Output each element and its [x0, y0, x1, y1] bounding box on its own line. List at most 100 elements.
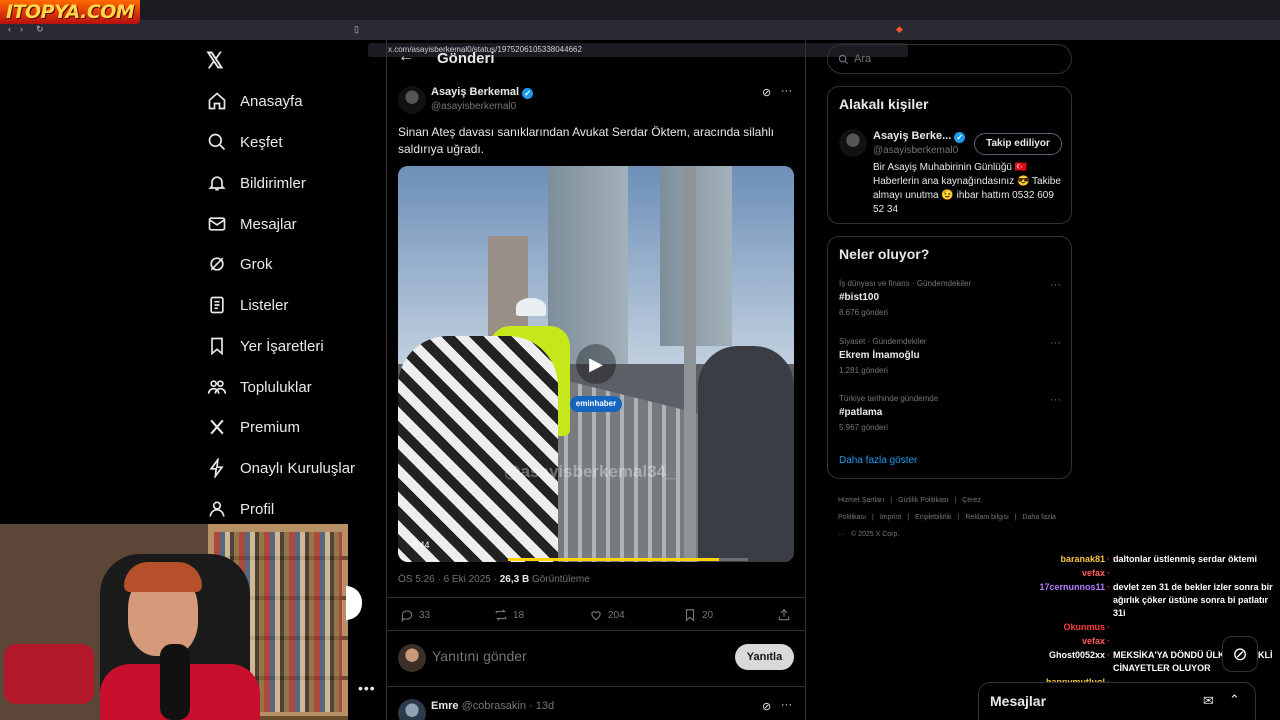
trend-more-icon[interactable]: ··· [1050, 337, 1061, 349]
nav-item-bookmarks[interactable]: Yer İşaretleri [206, 331, 324, 361]
repost-count: 18 [513, 609, 525, 621]
chat-badge-icon: · [1107, 650, 1110, 660]
panel-title: Neler oluyor? [839, 246, 930, 262]
trend-item[interactable]: Türkiye tarihinde gündemde #patlama 5.96… [839, 394, 1059, 432]
chat-username: Okunmus [1063, 622, 1105, 632]
trends-panel: Neler oluyor? İş dünyası ve finans · Gün… [827, 236, 1072, 479]
post-button-partial[interactable] [346, 586, 362, 620]
brave-shield-icon[interactable]: ◆ [896, 24, 903, 35]
nav-item-profile[interactable]: Profil [206, 494, 274, 524]
chat-message: 17cernunnos11 · devlet zen 31 de bekler iz… [1030, 581, 1280, 620]
post-video[interactable]: ▶ eminhaber @asayisberkemal34_ 0:44 [398, 166, 794, 562]
nav-item-lists[interactable]: Listeler [206, 290, 288, 320]
footer-link[interactable]: Reklam bilgisi [965, 514, 1008, 521]
bell-icon [206, 172, 228, 194]
more-options-icon[interactable]: ··· [781, 699, 792, 711]
reply-author-avatar[interactable] [398, 699, 426, 720]
reply-input[interactable]: Yanıtını gönder [432, 648, 527, 664]
repost-action[interactable]: 18 [494, 608, 524, 622]
messages-dock[interactable]: Mesajlar ✉ ⌃ [978, 682, 1256, 720]
related-avatar[interactable] [839, 129, 867, 157]
chat-text: devlet zen 31 de bekler izler sonra bir … [1113, 582, 1273, 618]
expand-icon[interactable]: ⌃ [1229, 692, 1240, 708]
like-count: 204 [608, 609, 625, 621]
nav-item-home[interactable]: Anasayfa [206, 86, 303, 116]
reply-button[interactable]: Yanıtla [735, 644, 794, 670]
show-more-link[interactable]: Daha fazla göster [839, 455, 917, 466]
nav-item-messages[interactable]: Mesajlar [206, 209, 297, 239]
back-icon[interactable]: ‹ [8, 24, 11, 34]
author-name[interactable]: Asayiş Berkemal ✓ [431, 86, 534, 99]
footer-link[interactable]: Hizmet Şartları [838, 497, 884, 504]
new-message-icon[interactable]: ✉ [1203, 693, 1214, 709]
grok-icon[interactable]: ⊘ [762, 86, 771, 99]
related-people-panel: Alakalı kişiler Asayiş Berke... ✓ @asayis… [827, 86, 1072, 224]
author-handle[interactable]: @asayisberkemal0 [431, 101, 516, 112]
messages-dock-title: Mesajlar [990, 693, 1047, 709]
chat-username: baranak81 [1060, 554, 1105, 564]
related-handle[interactable]: @asayisberkemal0 [873, 145, 958, 156]
following-button[interactable]: Takip ediliyor [974, 133, 1062, 155]
bookmark-page-icon[interactable]: ▯ [354, 24, 359, 35]
grok-floating-icon[interactable]: ⊘ [1222, 636, 1258, 672]
share-icon [778, 608, 790, 621]
play-icon[interactable]: ▶ [576, 344, 616, 384]
nav-label: Bildirimler [240, 174, 306, 192]
browser-address-bar: ‹ › ↻ ▯ x.com/asayisberkemal0/status/197… [0, 20, 1280, 57]
account-more-icon[interactable]: ••• [358, 680, 376, 696]
bookmark-icon [206, 335, 228, 357]
footer-links: Hizmet Şartları | Gizlilik Politikası | Çere… [838, 492, 1068, 543]
video-progress-fill [508, 558, 720, 561]
nav-item-grok[interactable]: Grok [206, 249, 273, 279]
related-name[interactable]: Asayiş Berke... ✓ [873, 130, 966, 143]
like-action[interactable]: 204 [589, 608, 625, 622]
grok-icon[interactable]: ⊘ [762, 700, 771, 713]
nav-label: Listeler [240, 296, 289, 314]
post-text: Sinan Ateş davası sanıklarından Avukat S… [398, 125, 774, 156]
nav-item-premium[interactable]: Premium [206, 412, 300, 442]
divider [387, 630, 805, 631]
footer-separator: | [957, 514, 960, 521]
nav-item-notifications[interactable]: Bildirimler [206, 168, 306, 198]
author-avatar[interactable] [398, 86, 426, 114]
bookmark-action[interactable]: 20 [683, 608, 713, 622]
nav-label: Mesajlar [240, 215, 297, 233]
trend-more-icon[interactable]: ··· [1050, 394, 1061, 406]
reply-action[interactable]: 33 [400, 608, 430, 622]
footer-separator: | [954, 497, 957, 504]
share-action[interactable] [777, 608, 796, 622]
people-icon [206, 376, 228, 398]
reload-icon[interactable]: ↻ [36, 24, 44, 35]
trend-more-icon[interactable]: ··· [1050, 279, 1061, 291]
footer-link[interactable]: Gizlilik Politikası [898, 497, 948, 504]
chat-text: daltonlar üstlenmiş serdar öktemi [1113, 554, 1258, 564]
reply-count: 33 [419, 609, 431, 621]
divider [387, 597, 805, 598]
trend-item[interactable]: Siyaset · Gündemdekiler Ekrem İmamoğlu 1… [839, 337, 1059, 375]
page-title: Gönderi [437, 50, 495, 67]
chat-message: baranak81 · daltonlar üstlenmiş serdar ökt… [1030, 553, 1280, 566]
footer-link[interactable]: © 2025 X Corp. [851, 531, 899, 538]
chat-username: vefax [1081, 568, 1105, 578]
more-options-icon[interactable]: ··· [781, 85, 792, 97]
footer-link[interactable]: Imprint [880, 514, 901, 521]
reply-author[interactable]: Emre @cobrasakin · 13d [431, 700, 554, 712]
nav-item-verified-orgs[interactable]: Onaylı Kuruluşlar [206, 453, 355, 483]
chat-message: Okunmus · [1030, 621, 1280, 634]
search-input[interactable]: Ara [827, 44, 1072, 74]
forward-icon[interactable]: › [20, 24, 23, 34]
chat-username: 17cernunnos11 [1039, 582, 1105, 592]
grok-icon [206, 253, 228, 275]
trend-item[interactable]: İş dünyası ve finans · Gündemdekiler #bi… [839, 279, 1059, 317]
nav-label: Keşfet [240, 133, 283, 151]
footer-link[interactable]: Erişilebilirlik [915, 514, 952, 521]
back-arrow-icon[interactable]: ← [398, 48, 414, 66]
nav-item-explore[interactable]: Keşfet [206, 127, 283, 157]
bookmark-count: 20 [702, 609, 714, 621]
chat-badge-icon: · [1107, 554, 1110, 564]
x-logo-icon[interactable]: 𝕏 [206, 48, 224, 74]
chat-badge-icon: · [1107, 636, 1110, 646]
nav-item-communities[interactable]: Topluluklar [206, 372, 312, 402]
video-progress-bar[interactable] [508, 558, 748, 561]
bookmark-icon [685, 609, 695, 622]
